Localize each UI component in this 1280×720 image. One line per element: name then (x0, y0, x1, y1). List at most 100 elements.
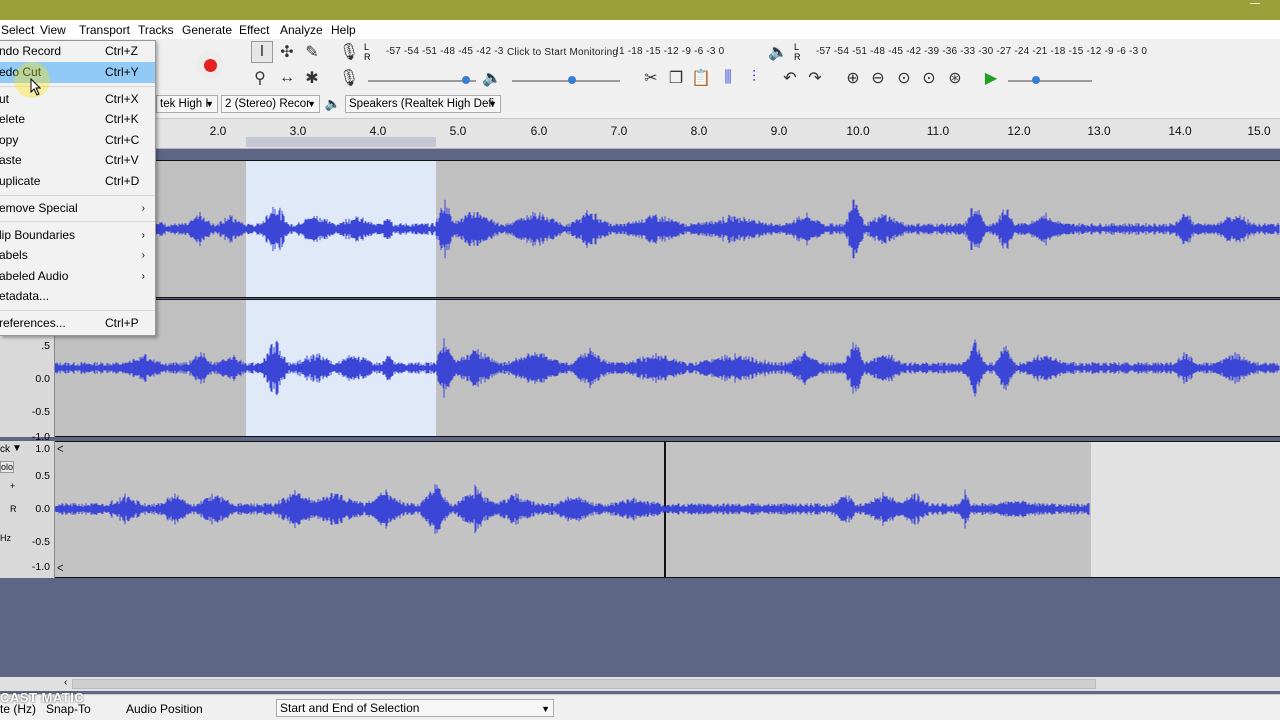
zoom-out-icon[interactable]: ⊖ (867, 67, 889, 89)
multi-tool-icon[interactable]: ✱ (301, 67, 323, 89)
menu-item-preferences[interactable]: references... Ctrl+P (0, 313, 155, 334)
play-speed-knob[interactable] (1032, 76, 1040, 84)
play-speed-slider[interactable] (1008, 80, 1092, 82)
amp-label: 0.5 (35, 470, 50, 482)
record-volume-knob[interactable] (462, 76, 470, 84)
envelope-tool-icon[interactable]: ✣ (276, 41, 298, 63)
menu-item-copy[interactable]: opy Ctrl+C (0, 130, 155, 151)
horizontal-scrollbar[interactable]: ‹ (0, 677, 1280, 691)
menu-transport[interactable]: Transport (79, 23, 130, 37)
monitor-prompt[interactable]: Click to Start Monitoring (507, 47, 618, 58)
minimize-icon[interactable] (1250, 3, 1260, 4)
menu-select[interactable]: Select (1, 23, 34, 37)
scroll-left-icon[interactable]: ‹ (64, 677, 67, 688)
mic-volume-icon: 🎙 (338, 70, 360, 87)
gain-plus-icon[interactable]: + (10, 481, 15, 491)
menu-view[interactable]: View (40, 23, 66, 37)
amp-label: -0.5 (31, 536, 50, 548)
play-at-speed-icon[interactable]: ▶ (980, 67, 1002, 89)
track2-clip[interactable]: ᐸ ᐸ (55, 441, 1091, 578)
ruler-tick: 4.0 (369, 124, 387, 138)
menu-item-metadata[interactable]: etadata... (0, 286, 155, 307)
submenu-arrow-icon: › (141, 250, 145, 261)
speaker-icon[interactable]: 🔈 (767, 41, 789, 63)
track1-right-waveform (55, 338, 1280, 398)
ruler-tick: 11.0 (926, 124, 950, 138)
menu-item-labeled-audio[interactable]: abeled Audio › (0, 266, 155, 287)
selection-mode-select[interactable]: Start and End of Selection ▼ (276, 699, 554, 717)
selection-tool-icon[interactable]: I (251, 41, 273, 63)
fit-selection-icon[interactable]: ⊙ (893, 67, 915, 89)
scrollbar-thumb[interactable] (72, 679, 1096, 689)
amp-label: 0.0 (35, 373, 50, 385)
copy-icon[interactable]: ❐ (665, 67, 687, 89)
track1-left-channel[interactable] (55, 160, 1280, 298)
menu-tracks[interactable]: Tracks (138, 23, 174, 37)
zoom-tool-icon[interactable]: ⚲ (249, 67, 271, 89)
playback-volume-icon: 🔈 (482, 70, 502, 87)
track1-right-channel[interactable] (55, 299, 1280, 437)
playback-meter-scale: -57 -54 -51 -48 -45 -42 -39 -36 -33 -30 … (816, 46, 1148, 57)
amp-label: 1.0 (35, 443, 50, 455)
record-volume-slider[interactable] (368, 80, 476, 82)
track2-control-panel[interactable]: ck ▼ olo + R Hz 1.0 0.5 0.0 -0.5 -1.0 (0, 441, 55, 578)
paste-icon[interactable]: 📋 (690, 67, 712, 89)
menu-separator (0, 310, 155, 311)
record-meter-scale: -57 -54 -51 -48 -45 -42 -3 (386, 46, 504, 57)
lr-label: LR (364, 42, 371, 62)
menu-generate[interactable]: Generate (182, 23, 232, 37)
menu-help[interactable]: Help (331, 23, 356, 37)
track-menu-icon[interactable]: ▼ (12, 443, 22, 454)
draw-tool-icon[interactable]: ✎ (301, 41, 323, 63)
channels-select[interactable]: 2 (Stereo) Recor ▼ (221, 95, 320, 113)
zoom-toggle-icon[interactable]: ⊛ (944, 67, 966, 89)
track2-empty[interactable] (1091, 441, 1280, 578)
menu-item-labels[interactable]: abels › (0, 245, 155, 266)
ruler-tick: 15.0 (1247, 124, 1271, 138)
menu-analyze[interactable]: Analyze (280, 23, 323, 37)
timeline-ruler[interactable]: 2.0 3.0 4.0 5.0 6.0 7.0 8.0 9.0 10.0 11.… (0, 119, 1280, 149)
rate-label: Hz (0, 533, 11, 543)
title-bar (0, 0, 1280, 20)
chevron-down-icon: ▼ (488, 99, 497, 109)
waveform-path (55, 484, 1090, 534)
speakers-select[interactable]: Speakers (Realtek High Defi ▼ (345, 95, 501, 113)
lr-playback-label: LR (794, 42, 801, 62)
track2-name[interactable]: ck (0, 444, 10, 455)
zoom-in-icon[interactable]: ⊕ (842, 67, 864, 89)
microphone-icon[interactable]: 🎙 (338, 41, 360, 63)
ruler-tick: 3.0 (289, 124, 307, 138)
ruler-tick: 5.0 (449, 124, 467, 138)
ruler-tick: 8.0 (690, 124, 708, 138)
amp-label: .5 (41, 340, 50, 352)
undo-icon[interactable]: ↶ (779, 67, 801, 89)
amp-label: -0.5 (31, 406, 50, 418)
menu-item-undo-record[interactable]: ndo Record Ctrl+Z (0, 41, 155, 62)
record-button[interactable] (196, 51, 224, 79)
menu-item-remove-special[interactable]: emove Special › (0, 198, 155, 219)
menu-item-delete[interactable]: elete Ctrl+K (0, 109, 155, 130)
cut-icon[interactable]: ✂ (640, 67, 662, 89)
solo-button[interactable]: olo (0, 461, 15, 473)
menu-item-paste[interactable]: aste Ctrl+V (0, 150, 155, 171)
amp-label: -1.0 (31, 561, 50, 573)
monitor-meter-scale: !1 -18 -15 -12 -9 -6 -3 0 (616, 46, 725, 57)
submenu-arrow-icon: › (141, 271, 145, 282)
record-icon (203, 58, 217, 72)
playback-volume-knob[interactable] (568, 76, 576, 84)
mic-device-select[interactable]: tek High I ▼ (156, 95, 218, 113)
redo-icon[interactable]: ↷ (804, 67, 826, 89)
selection-toolbar: te (Hz) Snap-To Audio Position Start and… (0, 694, 1280, 720)
watermark-logo: CAST MATIC (0, 690, 85, 705)
tracks-panel: .5 0.0 -0.5 -1.0 ck ▼ olo + R Hz 1.0 0.5… (0, 150, 1280, 580)
menu-item-duplicate[interactable]: uplicate Ctrl+D (0, 171, 155, 192)
menu-effect[interactable]: Effect (239, 23, 269, 37)
ruler-tick: 2.0 (209, 124, 227, 138)
menu-item-clip-boundaries[interactable]: lip Boundaries › (0, 225, 155, 246)
ruler-selection (246, 137, 436, 147)
timeshift-tool-icon[interactable]: ↔ (276, 67, 298, 89)
silence-icon[interactable]: ⫶ (743, 67, 765, 89)
trim-icon[interactable]: ⫼ (717, 67, 739, 89)
fit-project-icon[interactable]: ⊙ (918, 67, 940, 89)
playback-volume-slider[interactable] (512, 80, 620, 82)
